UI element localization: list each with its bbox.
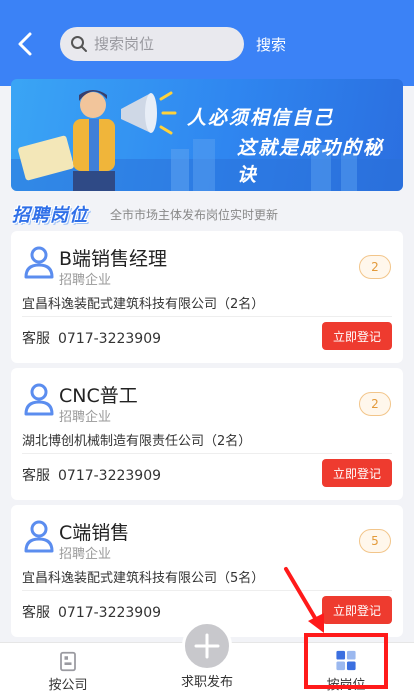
opening-count-badge: 2	[359, 392, 391, 416]
register-button[interactable]: 立即登记	[322, 322, 392, 350]
banner-slogan-line2: 这就是成功的秘诀	[237, 137, 385, 186]
user-icon	[24, 246, 54, 279]
divider	[22, 316, 392, 317]
register-button[interactable]: 立即登记	[322, 459, 392, 487]
plus-icon	[194, 633, 220, 659]
promo-banner[interactable]: 人必须相信自己 这就是成功的秘诀	[11, 79, 403, 191]
tab-label: 求职发布	[180, 675, 233, 690]
job-type: 招聘企业	[59, 547, 112, 562]
job-title: C端销售	[59, 522, 130, 544]
contact-info: 客服 0717-3223909	[22, 602, 161, 622]
section-title: 招聘岗位	[12, 205, 88, 226]
top-header: 搜索	[0, 0, 414, 86]
tab-label: 按公司	[48, 678, 88, 692]
search-input[interactable]	[94, 35, 234, 53]
job-card[interactable]: C端销售 招聘企业 5 宜昌科逸装配式建筑科技有限公司（5名） 客服 0717-3…	[11, 505, 403, 637]
job-title: B端销售经理	[59, 248, 168, 270]
plus-button[interactable]	[182, 621, 232, 671]
opening-count-badge: 2	[359, 255, 391, 279]
contact-label: 客服	[22, 331, 50, 347]
contact-info: 客服 0717-3223909	[22, 328, 161, 348]
company-name: 宜昌科逸装配式建筑科技有限公司（5名）	[22, 571, 265, 586]
search-field[interactable]	[60, 27, 244, 61]
search-icon	[71, 36, 87, 52]
chevron-left-icon	[18, 32, 32, 56]
divider	[22, 453, 392, 454]
divider	[22, 590, 392, 591]
tab-by-company[interactable]: 按公司	[38, 643, 98, 692]
register-button[interactable]: 立即登记	[322, 596, 392, 624]
back-button[interactable]	[14, 30, 38, 58]
search-button[interactable]: 搜索	[256, 34, 286, 55]
job-type: 招聘企业	[59, 273, 112, 288]
company-name: 湖北博创机械制造有限责任公司（2名）	[22, 434, 252, 449]
building-icon	[60, 651, 76, 672]
phone-number[interactable]: 0717-3223909	[58, 468, 161, 484]
user-icon	[24, 520, 54, 553]
job-card[interactable]: B端销售经理 招聘企业 2 宜昌科逸装配式建筑科技有限公司（2名） 客服 0717…	[11, 231, 403, 363]
section-subtitle: 全市市场主体发布岗位实时更新	[110, 208, 279, 222]
contact-label: 客服	[22, 468, 50, 484]
job-card[interactable]: CNC普工 招聘企业 2 湖北博创机械制造有限责任公司（2名） 客服 0717-3…	[11, 368, 403, 500]
tab-post-job[interactable]: 求职发布	[170, 621, 244, 692]
banner-slogan-line1: 人必须相信自己	[187, 107, 335, 129]
user-icon	[24, 383, 54, 416]
annotation-highlight-box	[304, 633, 388, 689]
contact-label: 客服	[22, 605, 50, 621]
phone-number[interactable]: 0717-3223909	[58, 331, 161, 347]
company-name: 宜昌科逸装配式建筑科技有限公司（2名）	[22, 297, 265, 312]
opening-count-badge: 5	[359, 529, 391, 553]
annotation-arrow	[284, 567, 324, 633]
contact-info: 客服 0717-3223909	[22, 465, 161, 485]
app-page: 搜索 人必须相信自己 这就是成功的秘诀 招聘岗位 全市市场主体发布岗位实时更新	[0, 0, 414, 692]
job-title: CNC普工	[59, 385, 138, 407]
job-type: 招聘企业	[59, 410, 112, 425]
phone-number[interactable]: 0717-3223909	[58, 605, 161, 621]
